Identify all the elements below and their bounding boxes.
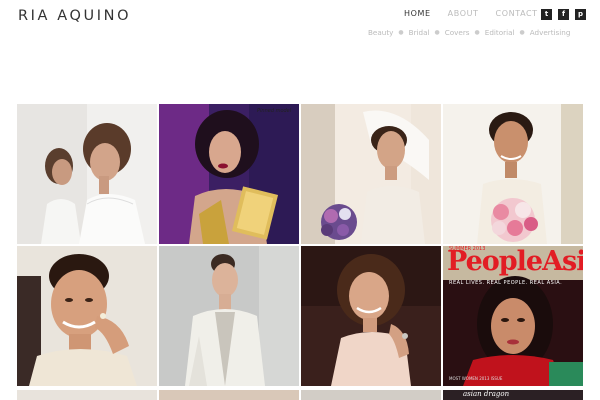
photo-image — [159, 246, 299, 386]
separator-dot: ● — [474, 29, 480, 36]
editorial-caption: Pinned model — [257, 108, 292, 114]
cover-footer: MOST WOMEN 2013 ISSUE — [449, 376, 503, 381]
separator-dot: ● — [519, 29, 525, 36]
category-nav: Beauty ● Bridal ● Covers ● Editorial ● A… — [368, 28, 570, 37]
gallery-photo-partial[interactable]: asian dragon — [443, 390, 583, 400]
twitter-icon[interactable]: t — [541, 9, 552, 20]
gallery-photo-partial[interactable] — [17, 390, 157, 400]
gallery-photo[interactable] — [159, 246, 299, 386]
photo-image — [301, 104, 441, 244]
category-advertising[interactable]: Advertising — [530, 28, 571, 37]
gallery-next-row: asian dragon — [17, 390, 584, 400]
site-logo[interactable]: RIA AQUINO — [18, 8, 131, 24]
category-beauty[interactable]: Beauty — [368, 28, 393, 37]
nav-home[interactable]: HOME — [404, 9, 431, 18]
cover-headline: asian dragon — [463, 390, 510, 398]
category-bridal[interactable]: Bridal — [409, 28, 430, 37]
gallery-photo[interactable] — [17, 104, 157, 244]
gallery-photo[interactable] — [301, 104, 441, 244]
gallery-photo[interactable]: Pinned model — [159, 104, 299, 244]
facebook-icon[interactable]: f — [558, 9, 569, 20]
gallery-photo[interactable] — [17, 246, 157, 386]
photo-image — [159, 104, 299, 244]
nav-about[interactable]: ABOUT — [448, 9, 479, 18]
separator-dot: ● — [434, 29, 440, 36]
gallery-photo-partial[interactable] — [159, 390, 299, 400]
social-links: t f p — [541, 9, 586, 20]
separator-dot: ● — [398, 29, 404, 36]
cover-tagline: REAL LIVES. REAL PEOPLE. REAL ASIA. — [449, 280, 563, 286]
gallery-photo-partial[interactable] — [301, 390, 441, 400]
photo-image — [301, 246, 441, 386]
gallery-photo[interactable] — [301, 246, 441, 386]
main-nav: HOME ABOUT CONTACT — [404, 9, 538, 18]
gallery-photo[interactable] — [443, 104, 583, 244]
cover-title: PeopleAsia — [447, 246, 583, 277]
portfolio-grid: Pinned model SUMMER 2013 PeopleAsi REAL … — [17, 104, 584, 386]
nav-contact[interactable]: CONTACT — [496, 9, 538, 18]
photo-image — [17, 104, 157, 244]
magazine-cover[interactable]: SUMMER 2013 PeopleAsia REAL LIVES. REAL … — [443, 246, 583, 386]
photo-image — [443, 104, 583, 244]
category-editorial[interactable]: Editorial — [485, 28, 515, 37]
pinterest-icon[interactable]: p — [575, 9, 586, 20]
category-covers[interactable]: Covers — [445, 28, 470, 37]
photo-image — [17, 246, 157, 386]
